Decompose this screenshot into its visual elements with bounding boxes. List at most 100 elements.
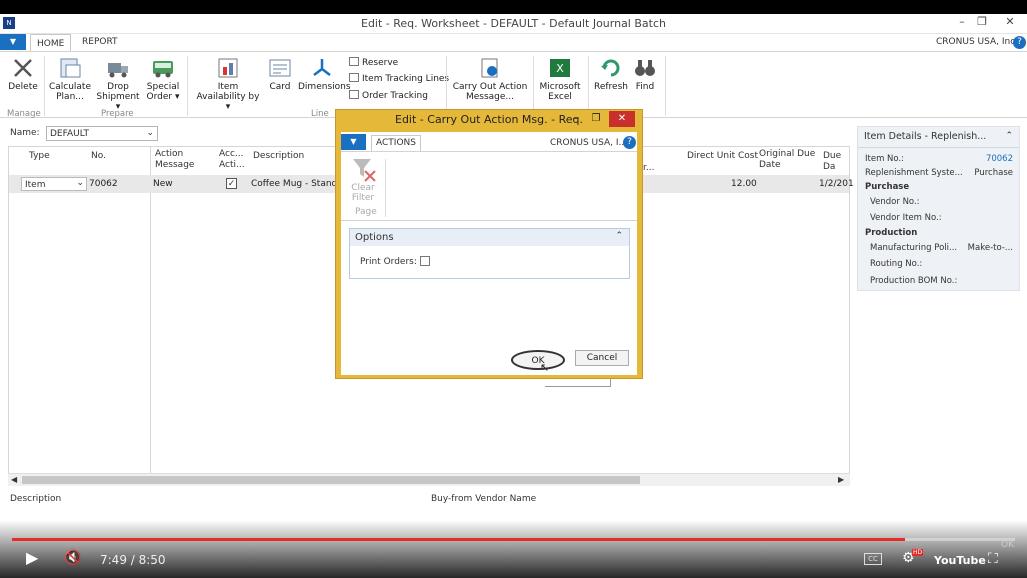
mfg-label: Manufacturing Poli...	[870, 243, 958, 253]
clear-filter-icon	[349, 157, 379, 185]
item-tracking-button[interactable]: Item Tracking Lines	[349, 73, 449, 84]
itemavail-label-2: Availability by ▾	[196, 92, 260, 112]
drop-shipment-button[interactable]: Drop Shipment ▾	[94, 57, 142, 112]
cost-cell[interactable]: 12.00	[731, 179, 757, 189]
help-icon[interactable]: ?	[1013, 36, 1026, 49]
dialog-company[interactable]: CRONUS USA, I...	[550, 138, 627, 148]
factbox-title: Item Details - Replenish...	[864, 131, 987, 142]
fullscreen-icon[interactable]: ⛶	[988, 551, 998, 567]
dialog-restore-button[interactable]: ❐	[585, 111, 607, 127]
col-due-date[interactable]: Due Da	[823, 151, 849, 173]
col-action-1: Action	[155, 149, 184, 159]
status-description: Description	[10, 494, 62, 504]
excel-button[interactable]: X Microsoft Excel	[537, 57, 583, 102]
video-progress-bar[interactable]	[12, 538, 1015, 541]
col-accept-2: Acti...	[219, 160, 245, 170]
name-value: DEFAULT	[50, 129, 89, 139]
dialog-help-icon[interactable]: ?	[623, 136, 636, 149]
find-button[interactable]: Find	[632, 57, 658, 92]
col-action[interactable]: Action Message	[155, 149, 194, 171]
col-odd-2: Date	[759, 160, 781, 170]
no-cell[interactable]: 70062	[89, 179, 118, 189]
item-details-factbox: Item Details - Replenish... ⌃ Item No.: …	[857, 126, 1020, 291]
action-message-icon	[478, 57, 502, 79]
group-manage: Manage	[7, 109, 41, 119]
dialog-minimize-button[interactable]: –	[564, 111, 586, 127]
col-accept[interactable]: Acc... Acti...	[219, 149, 245, 171]
app-menu-button[interactable]: ▼	[0, 34, 26, 50]
col-no[interactable]: No.	[91, 151, 106, 162]
ok-button[interactable]: OK	[511, 350, 565, 370]
refresh-button[interactable]: Refresh	[592, 57, 630, 92]
availability-icon	[216, 57, 240, 79]
print-orders-checkbox[interactable]	[420, 256, 430, 266]
delete-icon	[11, 57, 35, 79]
frozen-divider	[150, 147, 151, 473]
chevron-up-icon: ⌃	[615, 231, 623, 241]
calculate-icon	[58, 57, 82, 79]
purchase-heading: Purchase	[865, 182, 910, 192]
scroll-right-icon[interactable]: ▶	[838, 475, 844, 484]
divider	[858, 147, 1019, 148]
name-field[interactable]: DEFAULT ⌄	[46, 126, 158, 141]
col-type[interactable]: Type	[29, 151, 50, 162]
ribbon-tabs: HOME REPORT CRONUS USA, Inc. ?	[0, 34, 1027, 52]
chevron-down-icon: ⌄	[76, 178, 84, 188]
dimensions-button[interactable]: Dimensions	[298, 57, 351, 92]
tab-report[interactable]: REPORT	[82, 37, 118, 47]
volume-muted-icon[interactable]: 🔇	[64, 550, 81, 566]
dialog-menu-button[interactable]: ▼	[341, 134, 366, 150]
carry-out-action-button[interactable]: Carry Out Action Message...	[452, 57, 528, 102]
clear-filter-button[interactable]: Clear Filter	[349, 183, 377, 203]
clear-label-2: Filter	[351, 193, 375, 203]
dimensions-icon	[310, 57, 334, 79]
accept-checkbox[interactable]: ✓	[226, 178, 237, 189]
calculate-plan-button[interactable]: Calculate Plan...	[48, 57, 92, 102]
group-page: Page	[355, 207, 377, 217]
restore-button[interactable]: ❐	[970, 15, 994, 31]
separator	[44, 56, 45, 116]
calculate-label-2: Plan...	[56, 92, 84, 102]
dialog-close-button[interactable]: ✕	[609, 111, 635, 127]
scroll-thumb[interactable]	[22, 476, 640, 484]
youtube-logo[interactable]: YouTube	[934, 554, 986, 567]
horizontal-scrollbar[interactable]: ◀ ▶	[8, 473, 850, 486]
vendor-no-label: Vendor No.:	[870, 197, 920, 207]
col-description[interactable]: Description	[253, 151, 304, 162]
tab-actions[interactable]: ACTIONS	[371, 135, 421, 152]
close-button[interactable]: ✕	[998, 15, 1022, 31]
col-original-due[interactable]: Original Due Date	[759, 149, 815, 171]
order-tracking-button[interactable]: Order Tracking	[349, 90, 428, 101]
itemavail-label-1: Item	[217, 82, 239, 92]
special-order-button[interactable]: Special Order ▾	[144, 57, 182, 102]
group-prepare: Prepare	[101, 109, 134, 119]
item-no-link[interactable]: 70062	[986, 154, 1013, 164]
col-direct-unit-cost[interactable]: Direct Unit Cost	[687, 151, 758, 162]
card-button[interactable]: Card	[265, 57, 295, 92]
captions-icon[interactable]: CC	[864, 553, 882, 565]
description-cell[interactable]: Coffee Mug - Standar	[251, 179, 346, 189]
type-select[interactable]: Item ⌄	[21, 177, 87, 191]
action-cell[interactable]: New	[153, 179, 173, 189]
item-availability-button[interactable]: Item Availability by ▾	[195, 57, 261, 112]
excel-label-2: Excel	[548, 92, 572, 102]
card-label: Card	[269, 82, 291, 92]
scroll-left-icon[interactable]: ◀	[11, 475, 17, 484]
bus-icon	[151, 57, 175, 79]
video-time: 7:49 / 8:50	[100, 553, 166, 567]
company-name[interactable]: CRONUS USA, Inc.	[936, 37, 1018, 47]
collapse-icon[interactable]: ⌃	[1005, 131, 1013, 141]
options-header[interactable]: Options ⌃	[350, 229, 629, 246]
cancel-button[interactable]: Cancel	[575, 350, 629, 366]
due-cell[interactable]: 1/2/201	[819, 179, 854, 189]
separator	[385, 159, 386, 217]
status-vendor: Buy-from Vendor Name	[431, 494, 537, 504]
reserve-label: Reserve	[362, 58, 399, 68]
separator	[533, 56, 534, 116]
col-truncated[interactable]: r...	[643, 163, 654, 174]
reserve-button[interactable]: Reserve	[349, 57, 398, 68]
delete-button[interactable]: Delete	[6, 57, 40, 92]
tab-home[interactable]: HOME	[30, 34, 72, 52]
play-icon[interactable]: ▶	[26, 548, 38, 567]
routing-label: Routing No.:	[870, 259, 923, 269]
